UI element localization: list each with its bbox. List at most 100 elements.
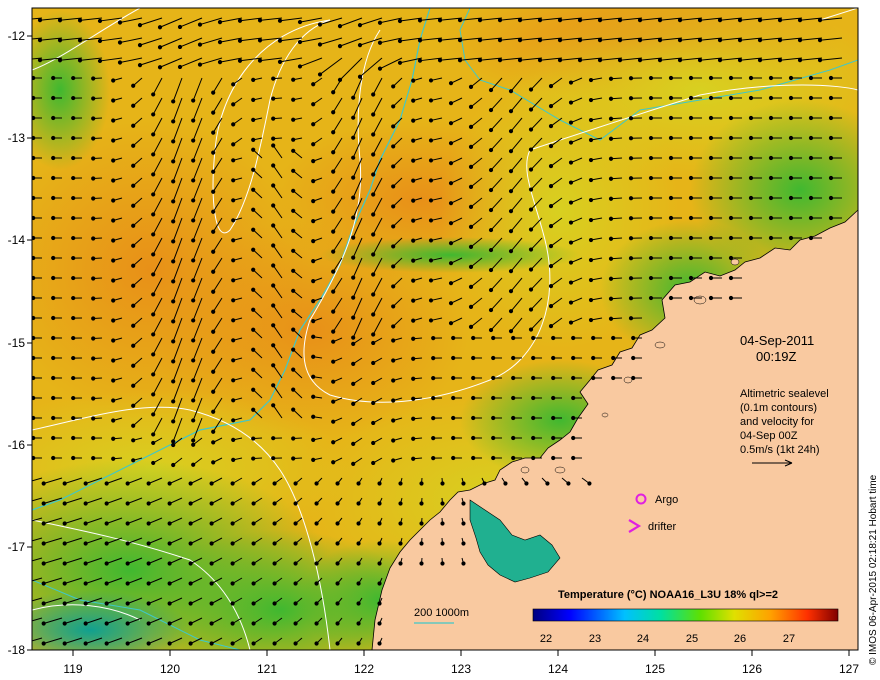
velocity-arrow-head: [311, 437, 316, 442]
velocity-arrow-head: [411, 336, 416, 341]
velocity-arrow-head: [197, 62, 203, 67]
velocity-arrow-head: [548, 283, 554, 289]
velocity-arrow-head: [91, 316, 96, 321]
velocity-arrow-head: [51, 255, 56, 261]
velocity-arrow-head: [91, 456, 96, 461]
colorbar-tick-22: 22: [540, 633, 552, 645]
velocity-arrow-head: [448, 261, 454, 266]
velocity-arrow-head: [231, 158, 236, 163]
velocity-arrow-head: [398, 541, 403, 546]
velocity-arrow-head: [571, 455, 576, 461]
velocity-arrow-head: [351, 341, 356, 346]
velocity-arrow-head: [191, 98, 196, 103]
velocity-arrow-head: [677, 58, 683, 63]
velocity-arrow-head: [104, 621, 109, 626]
velocity-arrow-head: [391, 204, 396, 209]
velocity-arrow-head: [588, 297, 594, 303]
velocity-arrow-head: [230, 581, 235, 586]
velocity-arrow-head: [83, 521, 88, 526]
velocity-arrow-head: [588, 217, 594, 223]
velocity-arrow-head: [491, 395, 496, 401]
velocity-arrow-head: [356, 481, 361, 486]
velocity-arrow-head: [197, 42, 203, 47]
colorbar-gradient: [532, 608, 839, 622]
velocity-arrow-head: [131, 183, 136, 188]
argo-label: Argo: [655, 494, 678, 506]
velocity-arrow-head: [797, 38, 803, 43]
velocity-arrow-head: [251, 367, 256, 372]
velocity-arrow-head: [508, 329, 514, 334]
velocity-arrow-head: [91, 376, 96, 381]
velocity-arrow-head: [491, 435, 496, 441]
velocity-arrow-head: [748, 75, 754, 81]
velocity-arrow-head: [91, 276, 96, 281]
velocity-arrow-head: [62, 541, 67, 546]
velocity-arrow-head: [191, 338, 196, 343]
velocity-arrow-head: [209, 541, 214, 546]
velocity-arrow-head: [211, 309, 216, 314]
velocity-arrow-head: [571, 335, 576, 341]
velocity-arrow-head: [591, 375, 596, 381]
velocity-arrow-head: [188, 481, 193, 486]
velocity-arrow-head: [146, 501, 151, 506]
velocity-arrow-head: [125, 601, 130, 606]
velocity-arrow-head: [317, 22, 323, 27]
velocity-arrow-head: [21, 622, 24, 625]
x-tick-123: 123: [451, 662, 471, 676]
velocity-arrow-head: [351, 335, 356, 340]
velocity-arrow-head: [191, 278, 196, 283]
velocity-arrow-head: [271, 363, 276, 368]
velocity-arrow-head: [62, 621, 67, 626]
velocity-arrow-head: [688, 195, 694, 201]
velocity-arrow-head: [337, 44, 343, 49]
velocity-arrow-head: [468, 124, 474, 129]
velocity-arrow-head: [551, 395, 556, 401]
x-tick-125: 125: [645, 662, 665, 676]
velocity-arrow-head: [293, 581, 298, 586]
velocity-arrow-head: [448, 141, 454, 146]
velocity-arrow-head: [71, 435, 76, 441]
velocity-arrow-head: [91, 236, 96, 241]
velocity-arrow-head: [468, 84, 474, 89]
velocity-arrow-head: [457, 18, 463, 23]
velocity-arrow-head: [151, 112, 156, 117]
velocity-arrow-head: [230, 541, 235, 546]
velocity-arrow-head: [608, 176, 614, 181]
velocity-arrow-head: [217, 60, 223, 65]
velocity-arrow-head: [697, 58, 703, 63]
velocity-arrow-head: [191, 198, 196, 203]
velocity-arrow-head: [548, 183, 554, 189]
velocity-arrow-head: [371, 400, 376, 406]
velocity-arrow-head: [808, 115, 814, 121]
velocity-arrow-head: [471, 335, 476, 341]
velocity-arrow-head: [468, 224, 474, 229]
velocity-arrow-head: [428, 258, 434, 263]
velocity-arrow-head: [528, 327, 534, 332]
velocity-arrow-head: [668, 175, 674, 181]
velocity-arrow-head: [151, 92, 156, 97]
velocity-arrow-head: [808, 75, 814, 81]
velocity-arrow-head: [125, 581, 130, 586]
velocity-arrow-head: [131, 103, 136, 108]
velocity-arrow-head: [177, 44, 183, 50]
velocity-arrow-head: [251, 117, 256, 122]
velocity-arrow-head: [231, 338, 236, 343]
velocity-arrow-head: [211, 409, 216, 414]
velocity-arrow-head: [488, 187, 494, 193]
velocity-arrow-head: [151, 412, 156, 417]
velocity-arrow-head: [608, 216, 614, 221]
velocity-arrow-head: [211, 110, 216, 115]
velocity-arrow-head: [417, 18, 423, 23]
velocity-arrow-head: [191, 418, 196, 423]
velocity-arrow-head: [251, 187, 256, 192]
velocity-arrow-head: [151, 440, 156, 446]
velocity-arrow-head: [568, 160, 574, 165]
velocity-arrow-head: [111, 398, 116, 403]
velocity-arrow-head: [231, 258, 236, 263]
velocity-arrow-head: [18, 59, 21, 62]
velocity-arrow-head: [448, 221, 454, 226]
velocity-arrow-head: [272, 521, 277, 526]
velocity-arrow-head: [335, 501, 340, 506]
velocity-arrow-head: [461, 561, 466, 566]
velocity-arrow-head: [131, 163, 136, 168]
